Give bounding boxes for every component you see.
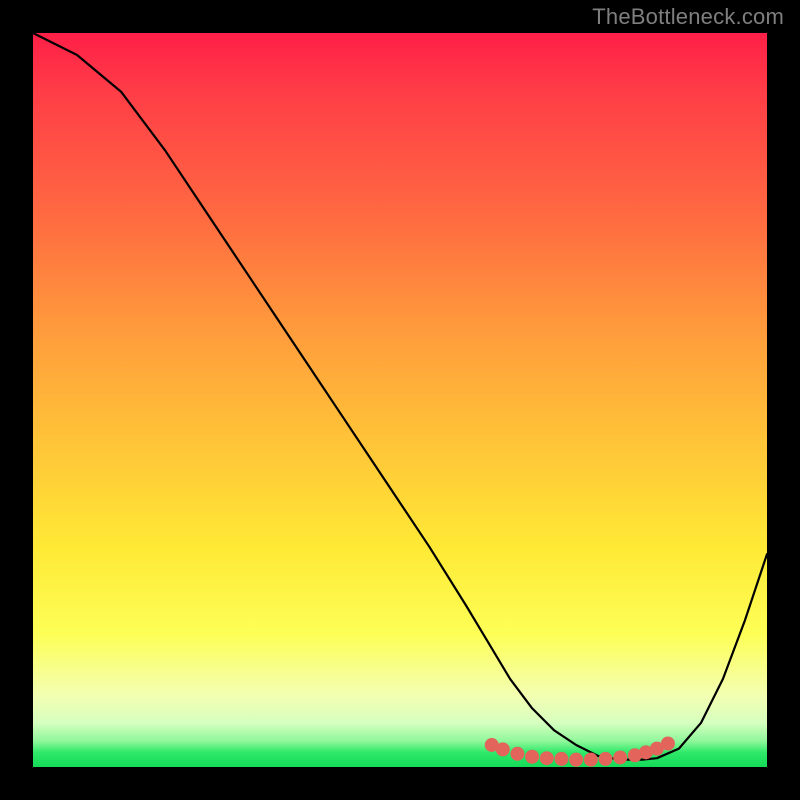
marker-group bbox=[485, 737, 675, 767]
marker-dot bbox=[569, 753, 583, 767]
marker-dot bbox=[525, 750, 539, 764]
marker-dot bbox=[496, 742, 510, 756]
marker-dot bbox=[661, 737, 675, 751]
chart-svg bbox=[33, 33, 767, 767]
chart-frame: TheBottleneck.com bbox=[0, 0, 800, 800]
marker-dot bbox=[540, 751, 554, 765]
plot-area bbox=[33, 33, 767, 767]
marker-dot bbox=[554, 752, 568, 766]
watermark-text: TheBottleneck.com bbox=[592, 4, 784, 30]
marker-dot bbox=[510, 747, 524, 761]
curve-line bbox=[33, 33, 767, 760]
marker-dot bbox=[599, 752, 613, 766]
marker-dot bbox=[613, 750, 627, 764]
marker-dot bbox=[584, 753, 598, 767]
